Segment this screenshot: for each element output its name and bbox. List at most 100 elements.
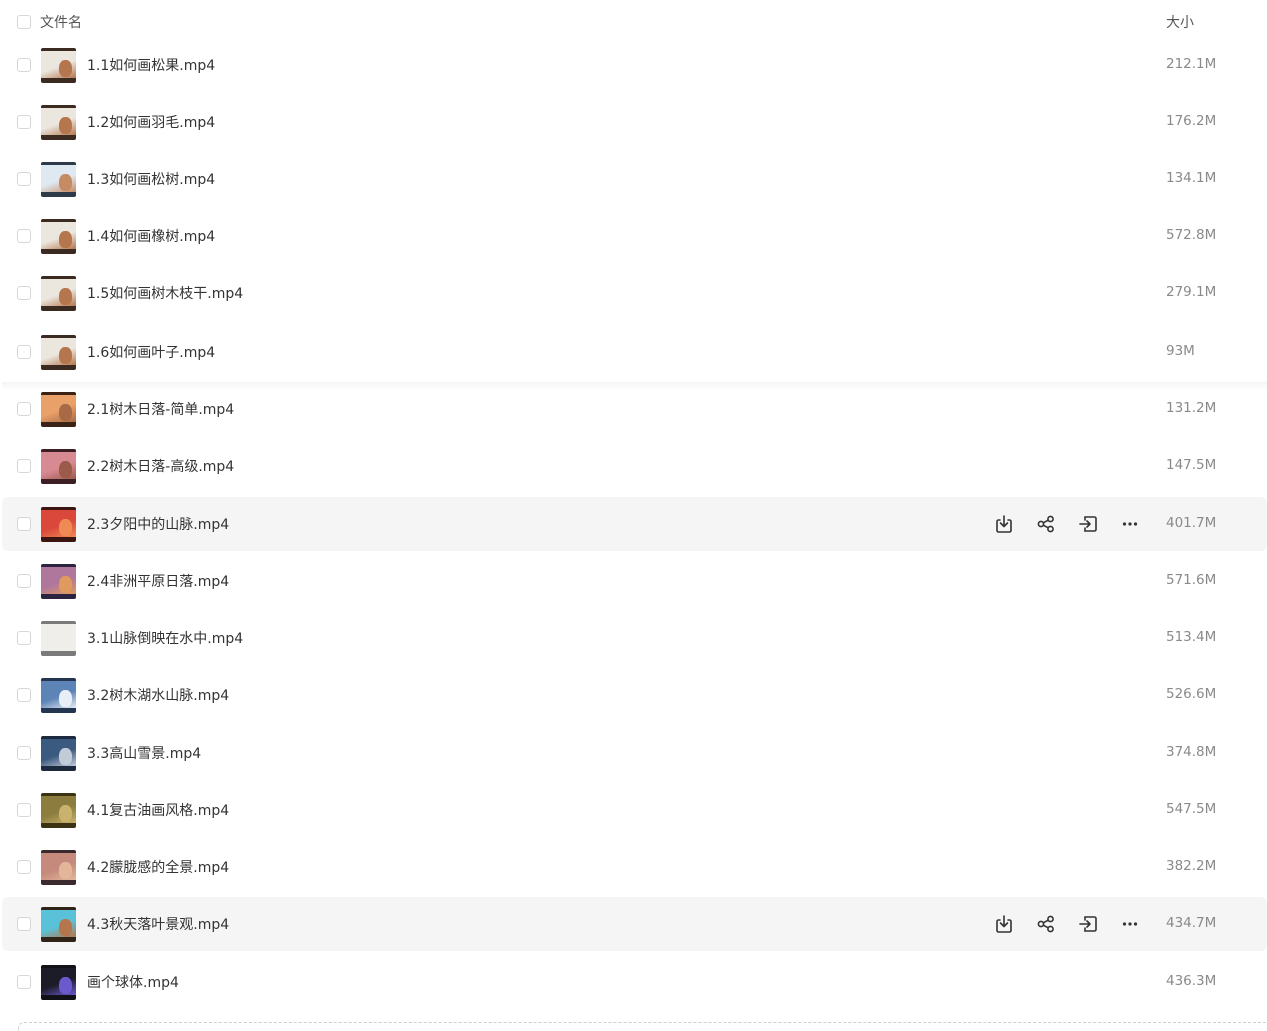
move-button[interactable] <box>1076 912 1100 936</box>
file-row[interactable]: 1.1如何画松果.mp4 212.1M <box>2 38 1267 92</box>
file-size: 434.7M <box>1166 915 1217 931</box>
file-name[interactable]: 画个球体.mp4 <box>87 972 179 992</box>
thumbnail-hand <box>59 288 72 305</box>
file-row[interactable]: 4.3秋天落叶景观.mp4 434.7M <box>2 897 1267 951</box>
share-button[interactable] <box>1034 512 1058 536</box>
file-row[interactable]: 1.3如何画松树.mp4 134.1M <box>2 152 1267 206</box>
file-name[interactable]: 4.1复古油画风格.mp4 <box>87 800 229 820</box>
row-checkbox[interactable] <box>17 229 31 243</box>
move-to-icon <box>1079 916 1097 932</box>
file-size: 93M <box>1166 343 1195 359</box>
file-row[interactable]: 画个球体.mp4 436.3M <box>2 955 1267 1009</box>
file-size: 526.6M <box>1166 686 1217 702</box>
file-row[interactable]: 1.6如何画叶子.mp4 93M <box>2 325 1267 379</box>
file-row[interactable]: 4.1复古油画风格.mp4 547.5M <box>2 783 1267 837</box>
file-name[interactable]: 1.5如何画树木枝干.mp4 <box>87 283 243 303</box>
video-thumbnail-purple-sunset[interactable] <box>41 564 76 599</box>
video-thumbnail-sketch-blue[interactable] <box>41 162 76 197</box>
file-size: 572.8M <box>1166 227 1217 243</box>
file-name[interactable]: 1.4如何画橡树.mp4 <box>87 226 215 246</box>
row-checkbox[interactable] <box>17 975 31 989</box>
file-name[interactable]: 3.1山脉倒映在水中.mp4 <box>87 628 243 648</box>
file-list: 文件名 大小 1.1如何画松果.mp4 212.1M 1.2如何画羽毛.mp4 176… <box>0 0 1267 1031</box>
row-checkbox[interactable] <box>17 860 31 874</box>
file-size: 212.1M <box>1166 56 1217 72</box>
file-name[interactable]: 1.2如何画羽毛.mp4 <box>87 112 215 132</box>
video-thumbnail-sketch[interactable] <box>41 105 76 140</box>
file-name[interactable]: 3.3高山雪景.mp4 <box>87 743 201 763</box>
video-thumbnail-sketch[interactable] <box>41 276 76 311</box>
file-name[interactable]: 3.2树木湖水山脉.mp4 <box>87 685 229 705</box>
row-checkbox[interactable] <box>17 58 31 72</box>
video-thumbnail-red-mountains[interactable] <box>41 507 76 542</box>
select-all-checkbox[interactable] <box>17 15 31 29</box>
share-button[interactable] <box>1034 912 1058 936</box>
row-checkbox[interactable] <box>17 402 31 416</box>
file-row[interactable]: 2.3夕阳中的山脉.mp4 401.7M <box>2 497 1267 551</box>
row-checkbox[interactable] <box>17 574 31 588</box>
video-thumbnail-oil-painting[interactable] <box>41 793 76 828</box>
file-name[interactable]: 1.6如何画叶子.mp4 <box>87 342 215 362</box>
video-thumbnail-sketch[interactable] <box>41 219 76 254</box>
row-checkbox[interactable] <box>17 803 31 817</box>
file-row[interactable]: 1.5如何画树木枝干.mp4 279.1M <box>2 266 1267 320</box>
file-row[interactable]: 1.4如何画橡树.mp4 572.8M <box>2 209 1267 263</box>
thumbnail-hand <box>59 748 72 765</box>
row-checkbox[interactable] <box>17 345 31 359</box>
video-thumbnail-autumn[interactable] <box>41 907 76 942</box>
row-checkbox[interactable] <box>17 459 31 473</box>
file-size: 571.6M <box>1166 572 1217 588</box>
file-name[interactable]: 1.1如何画松果.mp4 <box>87 55 215 75</box>
download-button[interactable] <box>992 912 1016 936</box>
file-row[interactable]: 3.2树木湖水山脉.mp4 526.6M <box>2 668 1267 722</box>
file-name[interactable]: 1.3如何画松树.mp4 <box>87 169 215 189</box>
row-checkbox[interactable] <box>17 917 31 931</box>
file-name[interactable]: 2.2树木日落-高级.mp4 <box>87 456 234 476</box>
file-size: 176.2M <box>1166 113 1217 129</box>
video-thumbnail-sunset[interactable] <box>41 392 76 427</box>
thumbnail-hand <box>59 231 72 248</box>
file-name[interactable]: 2.1树木日落-简单.mp4 <box>87 399 234 419</box>
video-thumbnail-snow-mountain[interactable] <box>41 736 76 771</box>
column-header-name[interactable]: 文件名 <box>40 12 82 32</box>
row-checkbox[interactable] <box>17 286 31 300</box>
thumbnail-hand <box>59 461 72 478</box>
video-thumbnail-sketch[interactable] <box>41 335 76 370</box>
thumbnail-hand <box>59 919 72 936</box>
row-checkbox[interactable] <box>17 172 31 186</box>
file-name[interactable]: 2.4非洲平原日落.mp4 <box>87 571 229 591</box>
download-button[interactable] <box>992 512 1016 536</box>
more-button[interactable] <box>1118 512 1142 536</box>
file-name[interactable]: 2.3夕阳中的山脉.mp4 <box>87 514 229 534</box>
video-thumbnail-sketch[interactable] <box>41 48 76 83</box>
share-icon <box>1037 915 1054 933</box>
file-size: 547.5M <box>1166 801 1217 817</box>
video-thumbnail-dark-screen[interactable] <box>41 965 76 1000</box>
file-name[interactable]: 4.2朦胧感的全景.mp4 <box>87 857 229 877</box>
row-checkbox[interactable] <box>17 746 31 760</box>
file-row[interactable]: 2.4非洲平原日落.mp4 571.6M <box>2 554 1267 608</box>
thumbnail-hand <box>59 519 72 536</box>
video-thumbnail-sunset-pink[interactable] <box>41 449 76 484</box>
more-button[interactable] <box>1118 912 1142 936</box>
file-row[interactable]: 2.2树木日落-高级.mp4 147.5M <box>2 439 1267 493</box>
thumbnail-hand <box>59 174 72 191</box>
file-size: 513.4M <box>1166 629 1217 645</box>
file-row[interactable]: 1.2如何画羽毛.mp4 176.2M <box>2 95 1267 149</box>
file-name[interactable]: 4.3秋天落叶景观.mp4 <box>87 914 229 934</box>
file-row[interactable]: 4.2朦胧感的全景.mp4 382.2M <box>2 840 1267 894</box>
video-thumbnail-hazy-panorama[interactable] <box>41 850 76 885</box>
row-checkbox[interactable] <box>17 688 31 702</box>
column-header-size[interactable]: 大小 <box>1166 12 1194 32</box>
row-checkbox[interactable] <box>17 517 31 531</box>
row-actions <box>992 512 1152 536</box>
row-checkbox[interactable] <box>17 115 31 129</box>
file-row[interactable]: 3.3高山雪景.mp4 374.8M <box>2 726 1267 780</box>
file-size: 382.2M <box>1166 858 1217 874</box>
video-thumbnail-snow-lake[interactable] <box>41 678 76 713</box>
move-button[interactable] <box>1076 512 1100 536</box>
video-thumbnail-blank-paper[interactable] <box>41 621 76 656</box>
row-checkbox[interactable] <box>17 631 31 645</box>
file-row[interactable]: 2.1树木日落-简单.mp4 131.2M <box>2 382 1267 436</box>
file-row[interactable]: 3.1山脉倒映在水中.mp4 513.4M <box>2 611 1267 665</box>
